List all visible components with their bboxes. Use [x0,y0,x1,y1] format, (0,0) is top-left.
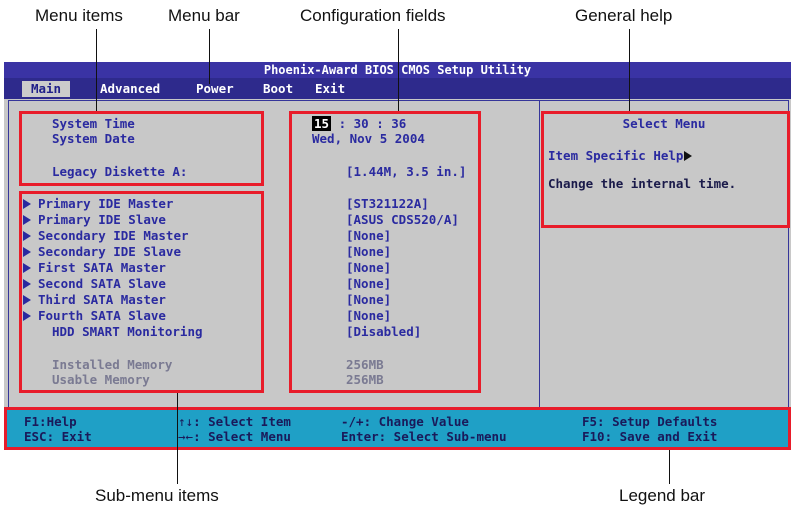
callout-box-submenu-items [19,191,264,393]
callout-submenu-items: Sub-menu items [95,486,219,505]
leader-legend-bar [669,450,670,484]
callout-menu-bar: Menu bar [168,6,240,25]
tab-boot[interactable]: Boot [257,81,299,97]
callout-configuration-fields: Configuration fields [300,6,446,25]
leader-menu-items [96,29,97,111]
callout-box-configuration-fields [289,111,481,393]
callout-box-legend-bar [4,407,791,450]
tab-power[interactable]: Power [190,81,240,97]
callout-box-general-help [541,111,790,228]
tab-advanced[interactable]: Advanced [94,81,166,97]
tab-exit[interactable]: Exit [309,81,351,97]
leader-submenu-items [177,393,178,484]
leader-menu-bar [209,29,210,84]
leader-configuration-fields [398,29,399,111]
callout-legend-bar: Legend bar [619,486,706,505]
tab-main[interactable]: Main [22,81,70,97]
leader-general-help [629,29,630,111]
callout-menu-items: Menu items [35,6,123,25]
callout-box-menu-items [19,111,264,186]
callout-general-help: General help [575,6,673,25]
